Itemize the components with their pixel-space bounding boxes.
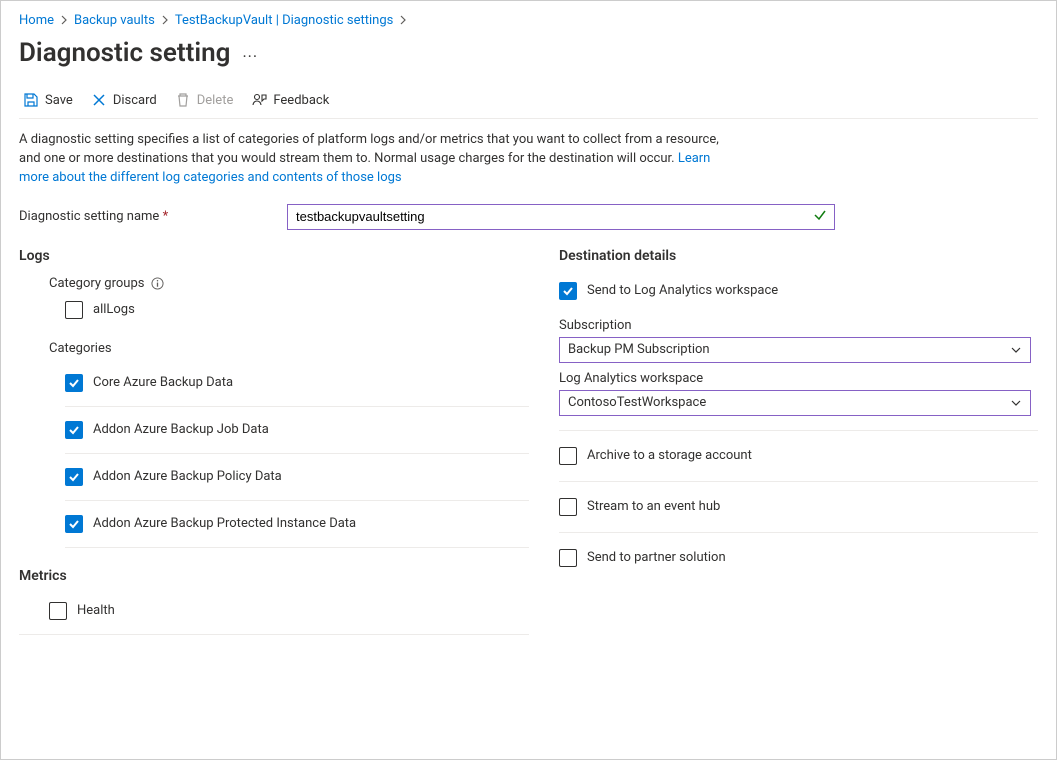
chevron-right-icon bbox=[58, 14, 70, 28]
category-item-core: Core Azure Backup Data bbox=[65, 360, 529, 407]
category-label: Core Azure Backup Data bbox=[93, 375, 233, 390]
category-item-policy: Addon Azure Backup Policy Data bbox=[65, 454, 529, 501]
delete-label: Delete bbox=[197, 93, 234, 108]
subscription-label: Subscription bbox=[559, 318, 1038, 337]
setting-name-label: Diagnostic setting name * bbox=[19, 209, 267, 224]
category-groups-label: Category groups bbox=[19, 272, 529, 295]
description-body: A diagnostic setting specifies a list of… bbox=[19, 132, 719, 166]
save-icon bbox=[23, 92, 39, 108]
category-item-job: Addon Azure Backup Job Data bbox=[65, 407, 529, 454]
discard-label: Discard bbox=[113, 93, 157, 108]
workspace-select[interactable]: ContosoTestWorkspace bbox=[559, 390, 1031, 416]
trash-icon bbox=[175, 92, 191, 108]
page-title: Diagnostic setting bbox=[19, 38, 230, 68]
chevron-down-icon bbox=[1010, 344, 1022, 356]
category-label: Addon Azure Backup Policy Data bbox=[93, 469, 282, 484]
category-label: Addon Azure Backup Job Data bbox=[93, 422, 269, 437]
feedback-label: Feedback bbox=[273, 93, 329, 108]
destination-header: Destination details bbox=[559, 248, 1038, 272]
category-label: Addon Azure Backup Protected Instance Da… bbox=[93, 516, 356, 531]
more-actions-button[interactable]: ··· bbox=[242, 41, 258, 66]
chevron-down-icon bbox=[1010, 397, 1022, 409]
destination-eventhub-row: Stream to an event hub bbox=[559, 482, 1038, 533]
workspace-value: ContosoTestWorkspace bbox=[568, 395, 706, 410]
category-checkbox[interactable] bbox=[65, 421, 83, 439]
partner-label: Send to partner solution bbox=[587, 550, 726, 565]
metrics-checkbox[interactable] bbox=[49, 602, 67, 620]
save-button[interactable]: Save bbox=[23, 92, 73, 108]
info-icon[interactable] bbox=[150, 276, 164, 290]
delete-button: Delete bbox=[175, 92, 234, 108]
eventhub-checkbox[interactable] bbox=[559, 498, 577, 516]
partner-checkbox[interactable] bbox=[559, 549, 577, 567]
eventhub-label: Stream to an event hub bbox=[587, 499, 720, 514]
log-analytics-checkbox[interactable] bbox=[559, 282, 577, 300]
setting-name-input[interactable] bbox=[287, 204, 835, 230]
breadcrumb-diagnostic-settings[interactable]: TestBackupVault | Diagnostic settings bbox=[175, 13, 394, 28]
category-checkbox[interactable] bbox=[65, 515, 83, 533]
alllogs-checkbox[interactable] bbox=[65, 301, 83, 319]
destination-storage-row: Archive to a storage account bbox=[559, 431, 1038, 482]
workspace-label: Log Analytics workspace bbox=[559, 371, 1038, 390]
chevron-right-icon bbox=[397, 14, 409, 28]
breadcrumb-home[interactable]: Home bbox=[19, 13, 54, 28]
breadcrumb-backup-vaults[interactable]: Backup vaults bbox=[74, 13, 155, 28]
subscription-select[interactable]: Backup PM Subscription bbox=[559, 337, 1031, 363]
storage-checkbox[interactable] bbox=[559, 447, 577, 465]
alllogs-label: allLogs bbox=[93, 302, 135, 317]
description-text: A diagnostic setting specifies a list of… bbox=[19, 131, 739, 200]
metrics-item-health: Health bbox=[19, 592, 529, 635]
subscription-value: Backup PM Subscription bbox=[568, 342, 710, 357]
category-checkbox[interactable] bbox=[65, 374, 83, 392]
toolbar: Save Discard Delete Feedback bbox=[19, 86, 1038, 114]
feedback-button[interactable]: Feedback bbox=[251, 92, 329, 108]
metrics-label: Health bbox=[77, 603, 115, 618]
destination-partner-row: Send to partner solution bbox=[559, 533, 1038, 583]
discard-button[interactable]: Discard bbox=[91, 92, 157, 108]
category-item-protected-instance: Addon Azure Backup Protected Instance Da… bbox=[65, 501, 529, 548]
categories-label: Categories bbox=[19, 325, 529, 360]
metrics-header: Metrics bbox=[19, 568, 529, 592]
feedback-icon bbox=[251, 92, 267, 108]
storage-label: Archive to a storage account bbox=[587, 448, 752, 463]
divider bbox=[19, 118, 1038, 119]
breadcrumb: Home Backup vaults TestBackupVault | Dia… bbox=[19, 11, 1038, 34]
save-label: Save bbox=[45, 93, 73, 108]
log-analytics-label: Send to Log Analytics workspace bbox=[587, 283, 778, 298]
chevron-right-icon bbox=[159, 14, 171, 28]
close-icon bbox=[91, 92, 107, 108]
category-checkbox[interactable] bbox=[65, 468, 83, 486]
logs-header: Logs bbox=[19, 248, 529, 272]
